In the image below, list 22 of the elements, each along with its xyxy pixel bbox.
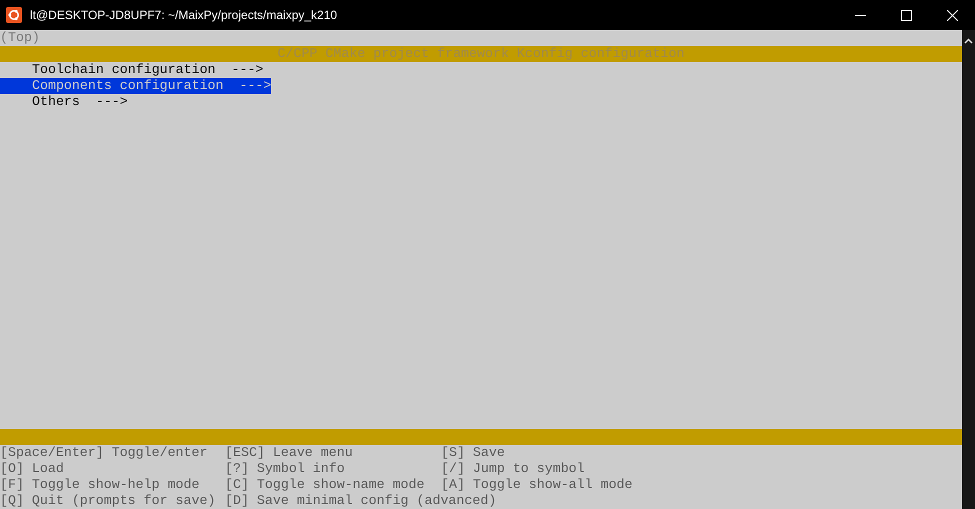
help-text: [/] Jump to symbol [441, 461, 585, 476]
help-text: [O] Load [0, 461, 64, 476]
window-title: lt@DESKTOP-JD8UPF7: ~/MaixPy/projects/maixpy_k210 [30, 7, 338, 24]
help-text: [D] Save minimal config (advanced) [225, 493, 496, 508]
breadcrumb: (Top) [0, 30, 40, 45]
help-text: [A] Toggle show-all mode [441, 477, 633, 492]
maximize-icon [900, 10, 912, 20]
scroll-up-icon[interactable] [964, 38, 973, 44]
help-text: [Q] Quit (prompts for save) [0, 493, 216, 508]
help-text: [?] Symbol info [225, 461, 345, 476]
help-text: [ESC] Leave menu [225, 445, 353, 460]
help-text: [C] Toggle show-name mode [225, 477, 424, 492]
menu-item[interactable]: Components configuration ---> [0, 78, 272, 94]
scrollbar[interactable] [962, 30, 975, 509]
help-text: [S] Save [441, 445, 505, 460]
help-text: [Space/Enter] Toggle/enter [0, 445, 208, 460]
menu-item[interactable]: Others ---> [0, 94, 128, 110]
close-icon [946, 10, 958, 20]
help-text: [F] Toggle show-help mode [0, 477, 200, 492]
app-logo-icon [6, 7, 22, 23]
header-title: C/CPP CMake project framework Kconfig configuration [278, 46, 684, 62]
menu-item[interactable]: Toolchain configuration ---> [0, 62, 264, 78]
